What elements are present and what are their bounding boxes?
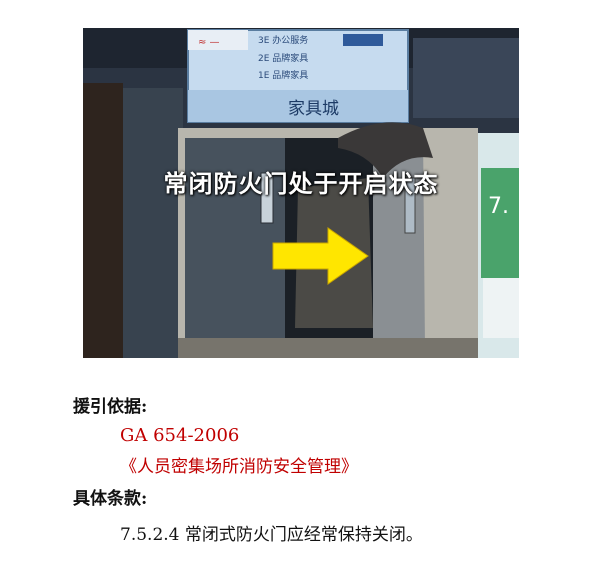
svg-text:≈ —: ≈ —	[198, 37, 220, 48]
sign-floor-3: 3E 办公服务	[258, 34, 308, 46]
document-title: 《人员密集场所消防安全管理》	[120, 457, 358, 477]
clause-heading: 具体条款:	[73, 489, 148, 509]
standard-number: GA 654-2006	[120, 425, 240, 446]
clause-text: 7.5.2.4 常闭式防火门应经常保持关闭。	[120, 525, 423, 545]
sign-floor-1: 1E 品牌家具	[258, 69, 308, 81]
basis-heading: 援引依据:	[73, 397, 148, 417]
photo-caption: 常闭防火门处于开启状态	[163, 170, 439, 198]
sign-store-name: 家具城	[288, 99, 339, 119]
sign-floor-2: 2E 品牌家具	[258, 52, 308, 64]
fire-door-photo: ≈ — 3E 办公服务 2E 品牌家具 1E 品牌家具 家具城 7. 常闭防火门…	[83, 28, 519, 358]
